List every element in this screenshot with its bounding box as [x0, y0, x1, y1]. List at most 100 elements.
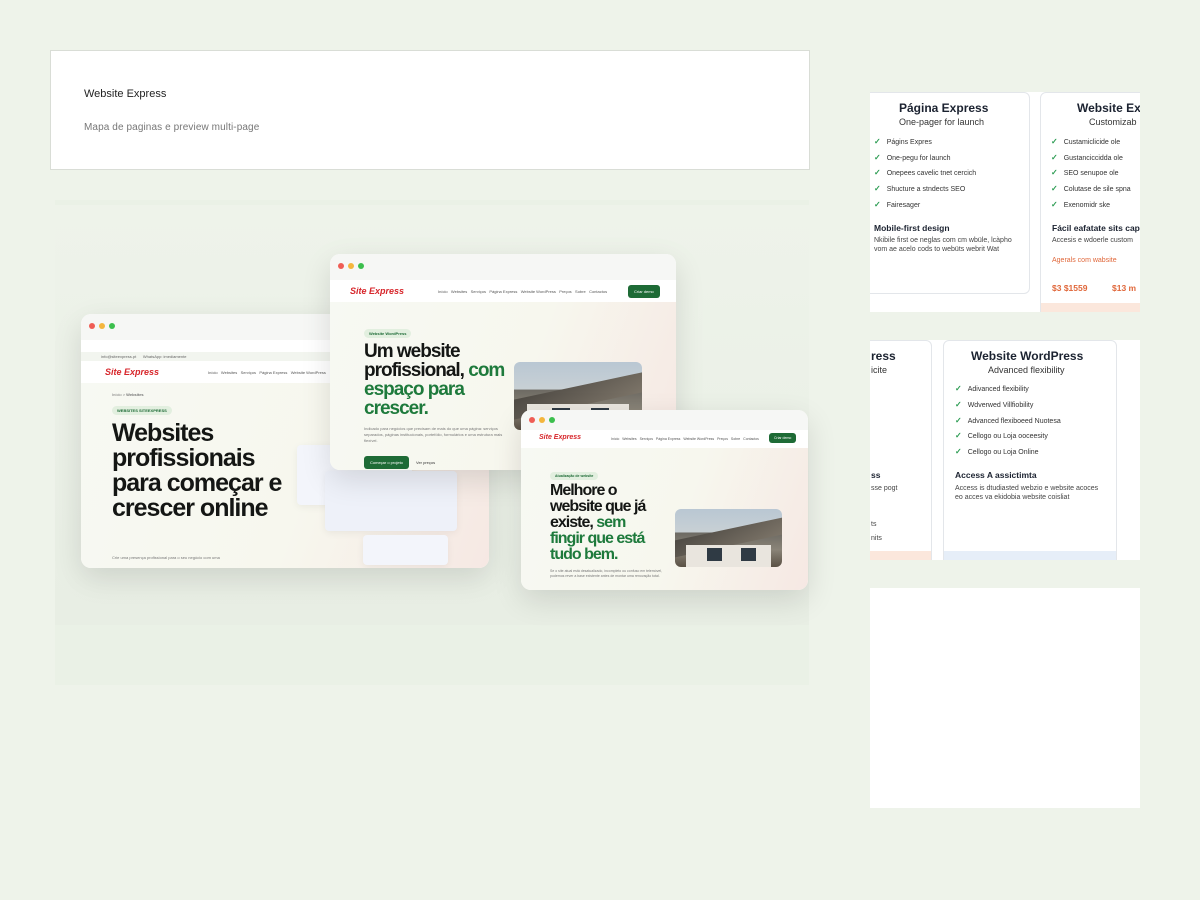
nav-item-website-wordpress[interactable]: Website WordPress [291, 370, 326, 375]
nav-item-inicio[interactable]: Início [208, 370, 218, 375]
feature-item: ✓ One-pegu for launch [874, 153, 951, 162]
feature-item: ✓ SEO senupoe ole [1051, 168, 1119, 177]
plan-subtitle: One-pager for launch [899, 117, 985, 127]
see-prices-link[interactable]: Ver preços [416, 460, 435, 465]
hero-section: Atualização de website Melhore o website… [521, 448, 808, 590]
hero-paragraph: Se o site atual está desatualizado, inco… [550, 569, 663, 578]
start-project-button[interactable]: Começar o projeto [364, 456, 409, 469]
price-label: Agerals com wabsite [1052, 257, 1117, 264]
maximize-dot-icon[interactable] [358, 263, 364, 269]
site-logo[interactable]: Site Express [539, 434, 581, 441]
breadcrumb: Início > Websites [112, 392, 144, 397]
nav-item-servicos[interactable]: Serviços [241, 370, 256, 375]
nav-item-inicio[interactable]: Início [611, 437, 619, 441]
nav-item-precos[interactable]: Preços [559, 289, 571, 294]
site-logo[interactable]: Site Express [105, 367, 159, 377]
nav-item-inicio[interactable]: Início [438, 289, 448, 294]
check-icon: ✓ [1051, 168, 1058, 177]
card-footer [870, 551, 931, 560]
card-footer [944, 551, 1116, 560]
section-heading: Access A assictimta [955, 470, 1037, 480]
check-icon: ✓ [874, 153, 881, 162]
close-dot-icon[interactable] [338, 263, 344, 269]
nav-item-website-wordpress[interactable]: Website WordPress [683, 437, 714, 441]
nav-item-sobre[interactable]: Sobre [731, 437, 740, 441]
check-icon: ✓ [1051, 137, 1058, 146]
preview-placeholder-block [325, 471, 457, 531]
check-icon: ✓ [955, 384, 962, 393]
maximize-dot-icon[interactable] [109, 323, 115, 329]
section-text-fragment: sse pogt [871, 485, 898, 492]
section-text-fragment: ts [871, 521, 877, 528]
blank-preview-panel [870, 588, 1140, 808]
nav-item-pagina-express[interactable]: Página Express [656, 437, 681, 441]
feature-item: ✓ Onepees cavelic tnet cercich [874, 168, 977, 177]
site-logo[interactable]: Site Express [350, 286, 404, 296]
section-heading: Fácil eafatate sits cap [1052, 223, 1140, 233]
hero-headline-main: Um website profissional, [364, 341, 465, 381]
nav-item-pagina-express[interactable]: Página Express [259, 370, 287, 375]
nav-item-servicos[interactable]: Serviços [640, 437, 653, 441]
window-chrome [521, 410, 808, 430]
nav-item-contactos[interactable]: Contactos [589, 289, 607, 294]
minimize-dot-icon[interactable] [348, 263, 354, 269]
hero-eyebrow: Website WordPress [364, 329, 412, 338]
check-icon: ✓ [955, 400, 962, 409]
feature-item: ✓ Wdverwed Villfiobility [955, 400, 1034, 409]
feature-item: ✓ Gustanciccidda ole [1051, 153, 1123, 162]
breadcrumb-home[interactable]: Início [112, 392, 122, 397]
plan-title: Website WordPress [971, 349, 1084, 363]
section-text-fragment: nits [871, 535, 882, 542]
nav-item-websites[interactable]: Websites [622, 437, 636, 441]
section-text: Nkibile first oe neglas com cm wbüle, lc… [874, 237, 1012, 253]
pricing-preview-panel-top: Página Express One-pager for launch ✓ Pág… [870, 92, 1140, 312]
feature-item: ✓ Fairesager [874, 200, 921, 209]
hero-headline: Um website profissional, com espaço para… [364, 342, 514, 418]
breadcrumb-separator: > [122, 392, 126, 397]
nav-item-pagina-express[interactable]: Página Express [489, 289, 517, 294]
check-icon: ✓ [874, 168, 881, 177]
project-subtitle: Mapa de paginas e preview multi-page [84, 122, 260, 133]
plan-subtitle-fragment: icite [871, 365, 888, 375]
check-icon: ✓ [874, 200, 881, 209]
plan-subtitle: Customizab [1089, 117, 1137, 127]
feature-item: ✓ Advanced flexiboeed Nuotesa [955, 416, 1061, 425]
close-dot-icon[interactable] [89, 323, 95, 329]
maximize-dot-icon[interactable] [549, 417, 555, 423]
feature-item: ✓ Cellogo ou Loja Online [955, 447, 1039, 456]
nav-item-websites[interactable]: Websites [451, 289, 467, 294]
nav-item-websites[interactable]: Websites [221, 370, 237, 375]
pricing-card-website-wordpress[interactable]: Website WordPress Advanced flexibility ✓… [943, 340, 1117, 560]
section-text: Access is dtudiasted webzio e website ac… [955, 485, 1099, 501]
section-heading-fragment: ss [871, 470, 881, 480]
topbar-email[interactable]: info@siteexpress.pt [101, 354, 136, 359]
topbar-whatsapp[interactable]: WhatsApp: imediamente [143, 354, 187, 359]
pricing-card-website-express[interactable]: Website Ex Customizab ✓ Custamiclicide ol… [1040, 92, 1140, 312]
nav-item-sobre[interactable]: Sobre [575, 289, 586, 294]
check-icon: ✓ [1051, 184, 1058, 193]
feature-item: ✓ Cellogo ou Loja ooceesity [955, 431, 1048, 440]
nav-item-precos[interactable]: Preços [717, 437, 728, 441]
minimize-dot-icon[interactable] [539, 417, 545, 423]
create-demo-button[interactable]: Criar demo [769, 433, 797, 443]
check-icon: ✓ [955, 416, 962, 425]
pricing-card-partial[interactable]: ress icite ss sse pogt ts nits [870, 340, 932, 560]
section-heading: Mobile-first design [874, 223, 950, 233]
pricing-card-pagina-express[interactable]: Página Express One-pager for launch ✓ Pág… [870, 92, 1030, 294]
project-header-card: Website Express Mapa de paginas e previe… [50, 50, 810, 170]
window-chrome [330, 254, 676, 280]
feature-item: ✓ Págins Expres [874, 137, 932, 146]
minimize-dot-icon[interactable] [99, 323, 105, 329]
close-dot-icon[interactable] [529, 417, 535, 423]
create-demo-button[interactable]: Criar demo [628, 285, 660, 298]
nav-item-servicos[interactable]: Serviços [471, 289, 486, 294]
plan-title-fragment: ress [871, 349, 896, 363]
hero-paragraph: Indicado para negócios que precisam de m… [364, 426, 503, 443]
check-icon: ✓ [874, 137, 881, 146]
site-nav: Site Express Início Websites Serviços Pá… [521, 430, 808, 449]
nav-item-contactos[interactable]: Contactos [743, 437, 759, 441]
browser-window-update[interactable]: Site Express Início Websites Serviços Pá… [521, 410, 808, 590]
pricing-preview-panel-middle: ress icite ss sse pogt ts nits Website W… [870, 340, 1140, 560]
site-nav: Site Express Início Websites Serviços Pá… [330, 280, 676, 303]
nav-item-website-wordpress[interactable]: Website WordPress [521, 289, 556, 294]
